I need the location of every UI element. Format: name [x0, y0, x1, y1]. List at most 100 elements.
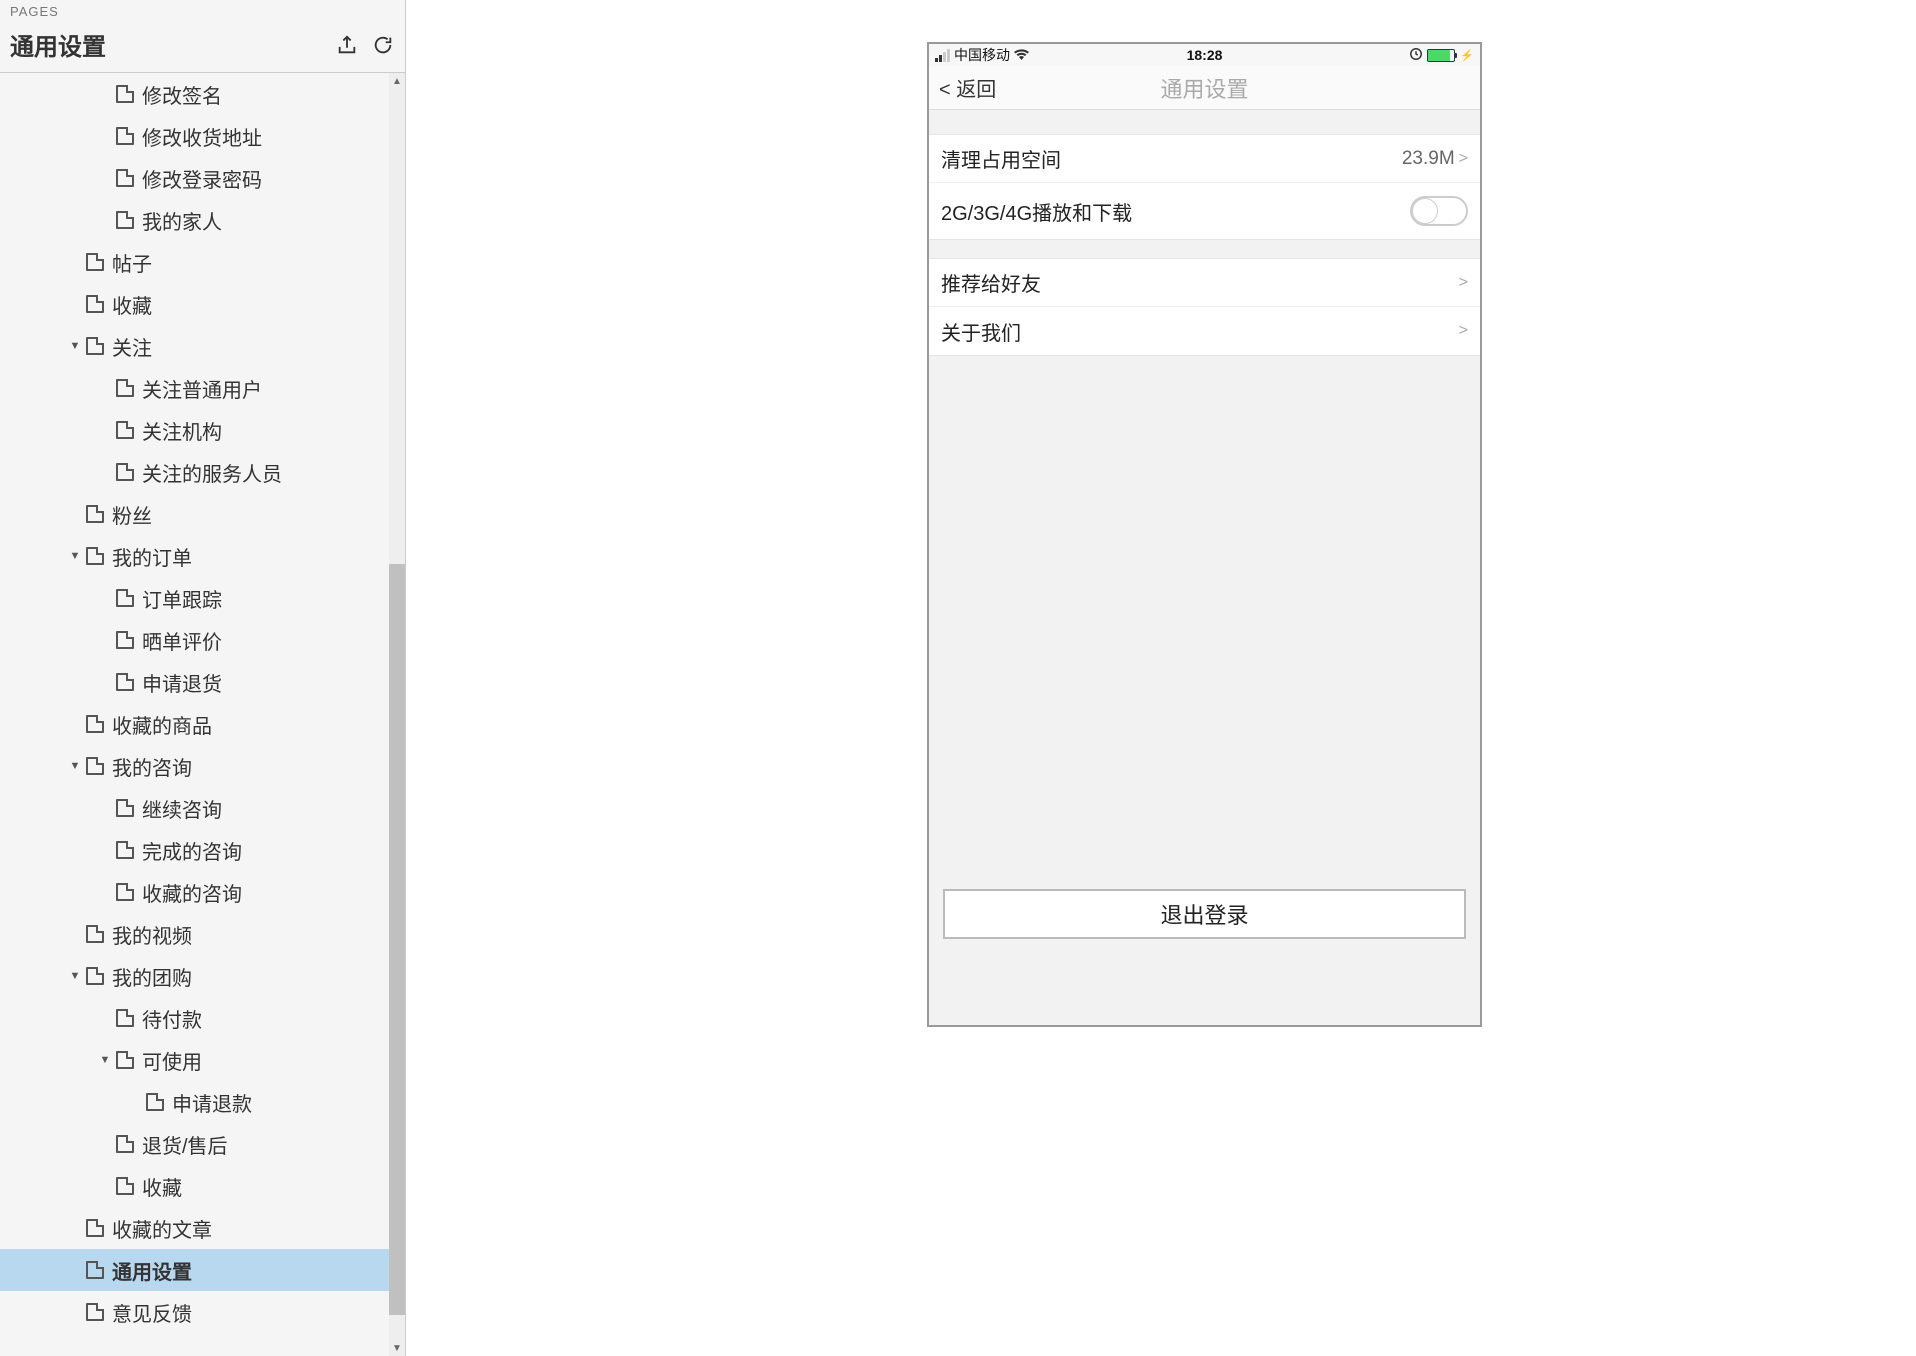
- page-icon: [116, 85, 134, 103]
- about-cell[interactable]: 关于我们 >: [929, 307, 1480, 355]
- tree-item-label: 待付款: [142, 1004, 202, 1033]
- scroll-thumb[interactable]: [389, 564, 405, 1315]
- rotation-lock-icon: [1409, 47, 1423, 64]
- tree-item[interactable]: ▼完成的咨询: [0, 829, 405, 871]
- back-button[interactable]: < 返回: [939, 73, 996, 102]
- tree-item-label: 退货/售后: [142, 1130, 228, 1159]
- wifi-icon: [1014, 48, 1029, 63]
- tree-item[interactable]: ▼ 关注: [0, 325, 405, 367]
- tree-item-label: 继续咨询: [142, 794, 222, 823]
- tree-item-label: 修改签名: [142, 80, 222, 109]
- tree-item[interactable]: ▼收藏的文章: [0, 1207, 405, 1249]
- tree-item[interactable]: ▼申请退货: [0, 661, 405, 703]
- tree-item[interactable]: ▼收藏的商品: [0, 703, 405, 745]
- page-icon: [116, 589, 134, 607]
- tree-item-label: 可使用: [142, 1046, 202, 1075]
- tree-toggle-icon[interactable]: ▼: [64, 340, 86, 352]
- tree-item[interactable]: ▼收藏: [0, 1165, 405, 1207]
- page-icon: [116, 211, 134, 229]
- tree-item-label: 收藏的商品: [112, 710, 212, 739]
- tree-item[interactable]: ▼修改登录密码: [0, 157, 405, 199]
- tree-item-label: 我的订单: [112, 542, 192, 571]
- carrier-label: 中国移动: [954, 45, 1010, 65]
- scroll-up-icon[interactable]: ▲: [389, 73, 405, 89]
- chevron-right-icon: >: [1459, 322, 1468, 340]
- page-icon: [116, 127, 134, 145]
- cell-group-2: 推荐给好友 > 关于我们 >: [929, 258, 1480, 356]
- tree-toggle-icon[interactable]: ▼: [64, 970, 86, 982]
- tree-item-label: 收藏: [112, 290, 152, 319]
- tree-item[interactable]: ▼收藏的咨询: [0, 871, 405, 913]
- cell-label: 关于我们: [941, 317, 1459, 346]
- page-icon: [116, 673, 134, 691]
- tree-item-label: 申请退货: [142, 668, 222, 697]
- chevron-right-icon: >: [1459, 150, 1468, 168]
- tree-item[interactable]: ▼订单跟踪: [0, 577, 405, 619]
- tree-item-label: 完成的咨询: [142, 836, 242, 865]
- chevron-right-icon: >: [1459, 274, 1468, 292]
- tree-item[interactable]: ▼申请退款: [0, 1081, 405, 1123]
- tree-item-label: 通用设置: [112, 1256, 192, 1285]
- tree-toggle-icon[interactable]: ▼: [64, 760, 86, 772]
- tree-item[interactable]: ▼ 可使用: [0, 1039, 405, 1081]
- page-icon: [116, 799, 134, 817]
- tree-item[interactable]: ▼粉丝: [0, 493, 405, 535]
- tree-item[interactable]: ▼我的家人: [0, 199, 405, 241]
- phone-content: 清理占用空间 23.9M > 2G/3G/4G播放和下载 推荐给好友 > 关于我…: [929, 110, 1480, 1025]
- tree-item[interactable]: ▼修改签名: [0, 73, 405, 115]
- page-icon: [116, 841, 134, 859]
- page-icon: [86, 757, 104, 775]
- scroll-down-icon[interactable]: ▼: [389, 1340, 405, 1356]
- tree-item-label: 关注: [112, 332, 152, 361]
- page-icon: [116, 1135, 134, 1153]
- page-icon: [116, 463, 134, 481]
- tree-item[interactable]: ▼我的视频: [0, 913, 405, 955]
- tree-container[interactable]: ▼修改签名▼修改收货地址▼修改登录密码▼我的家人▼帖子▼收藏▼关注▼关注普通用户…: [0, 73, 405, 1356]
- signal-icon: [935, 49, 950, 62]
- scrollbar[interactable]: ▲ ▼: [389, 73, 405, 1356]
- tree-item-label: 粉丝: [112, 500, 152, 529]
- page-icon: [86, 1219, 104, 1237]
- tree-item[interactable]: ▼ 我的订单: [0, 535, 405, 577]
- tree-item[interactable]: ▼收藏: [0, 283, 405, 325]
- toggle-switch[interactable]: [1410, 196, 1468, 226]
- page-icon: [86, 715, 104, 733]
- tree-item-label: 修改登录密码: [142, 164, 262, 193]
- tree-item[interactable]: ▼帖子: [0, 241, 405, 283]
- tree-item[interactable]: ▼继续咨询: [0, 787, 405, 829]
- page-icon: [86, 505, 104, 523]
- sidebar-header: PAGES: [0, 0, 405, 21]
- refresh-icon[interactable]: [371, 33, 395, 57]
- tree-item[interactable]: ▼关注普通用户: [0, 367, 405, 409]
- clear-space-cell[interactable]: 清理占用空间 23.9M >: [929, 135, 1480, 183]
- logout-button[interactable]: 退出登录: [943, 889, 1466, 939]
- tree-item-label: 收藏的文章: [112, 1214, 212, 1243]
- nav-title: 通用设置: [1160, 72, 1248, 104]
- export-icon[interactable]: [335, 33, 359, 57]
- tree-item[interactable]: ▼意见反馈: [0, 1291, 405, 1333]
- page-icon: [86, 1303, 104, 1321]
- cell-label: 推荐给好友: [941, 268, 1459, 297]
- tree-item[interactable]: ▼我的咨询: [0, 745, 405, 787]
- cell-label: 清理占用空间: [941, 144, 1402, 173]
- recommend-cell[interactable]: 推荐给好友 >: [929, 259, 1480, 307]
- page-icon: [86, 295, 104, 313]
- tree-item[interactable]: ▼我的团购: [0, 955, 405, 997]
- sidebar-section-label: PAGES: [10, 4, 395, 19]
- cell-value: 23.9M: [1402, 148, 1455, 170]
- tree-toggle-icon[interactable]: ▼: [94, 1054, 116, 1066]
- tree-item[interactable]: ▼退货/售后: [0, 1123, 405, 1165]
- tree-item[interactable]: ▼待付款: [0, 997, 405, 1039]
- page-icon: [116, 421, 134, 439]
- tree-item[interactable]: ▼晒单评价: [0, 619, 405, 661]
- page-icon: [116, 169, 134, 187]
- tree-toggle-icon[interactable]: ▼: [64, 550, 86, 562]
- sidebar: PAGES 通用设置 ▼修改签名▼修改收货地址▼修改登录密码▼我的家人▼帖子▼收…: [0, 0, 406, 1356]
- tree-item[interactable]: ▼通用设置: [0, 1249, 405, 1291]
- tree-item[interactable]: ▼关注机构: [0, 409, 405, 451]
- tree-item[interactable]: ▼关注的服务人员: [0, 451, 405, 493]
- tree-item-label: 收藏的咨询: [142, 878, 242, 907]
- tree-item[interactable]: ▼修改收货地址: [0, 115, 405, 157]
- page-icon: [116, 631, 134, 649]
- charging-icon: ⚡: [1460, 49, 1474, 62]
